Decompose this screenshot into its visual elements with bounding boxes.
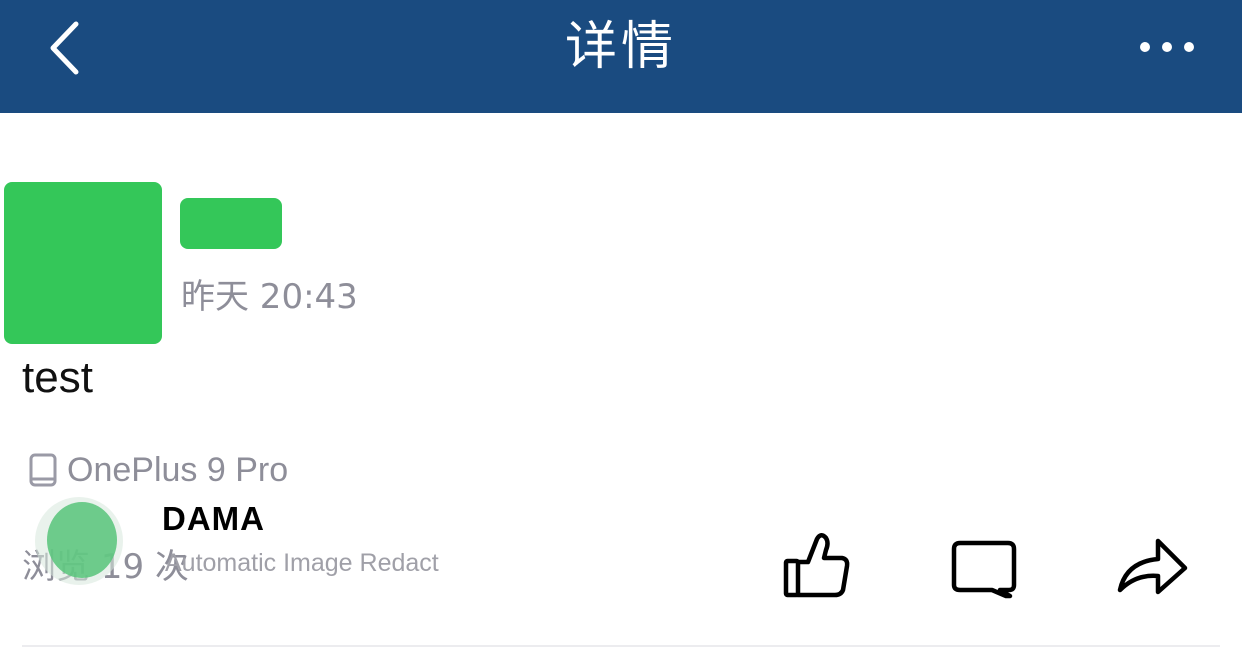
more-horizontal-icon	[1140, 42, 1194, 52]
post-timestamp: 昨天 20:43	[181, 277, 358, 317]
thumbs-up-icon	[783, 533, 850, 598]
watermark-logo	[47, 502, 117, 578]
device-name: OnePlus 9 Pro	[67, 451, 289, 489]
share-icon	[1117, 538, 1188, 595]
watermark-title: DAMA	[162, 500, 265, 537]
comment-button[interactable]	[946, 528, 1022, 604]
page-title: 详情	[564, 17, 677, 77]
watermark-subtitle: Automatic Image Redact	[165, 549, 439, 577]
more-options-button[interactable]	[1128, 28, 1208, 68]
share-button[interactable]	[1114, 528, 1190, 604]
divider	[22, 645, 1220, 647]
comment-icon	[951, 540, 1017, 599]
like-button[interactable]	[778, 528, 854, 604]
avatar[interactable]	[4, 182, 162, 344]
username-redacted[interactable]	[180, 198, 282, 249]
top-navigation-bar: 详情	[0, 0, 1242, 113]
post-content: test	[22, 353, 93, 402]
phone-icon	[29, 453, 57, 487]
